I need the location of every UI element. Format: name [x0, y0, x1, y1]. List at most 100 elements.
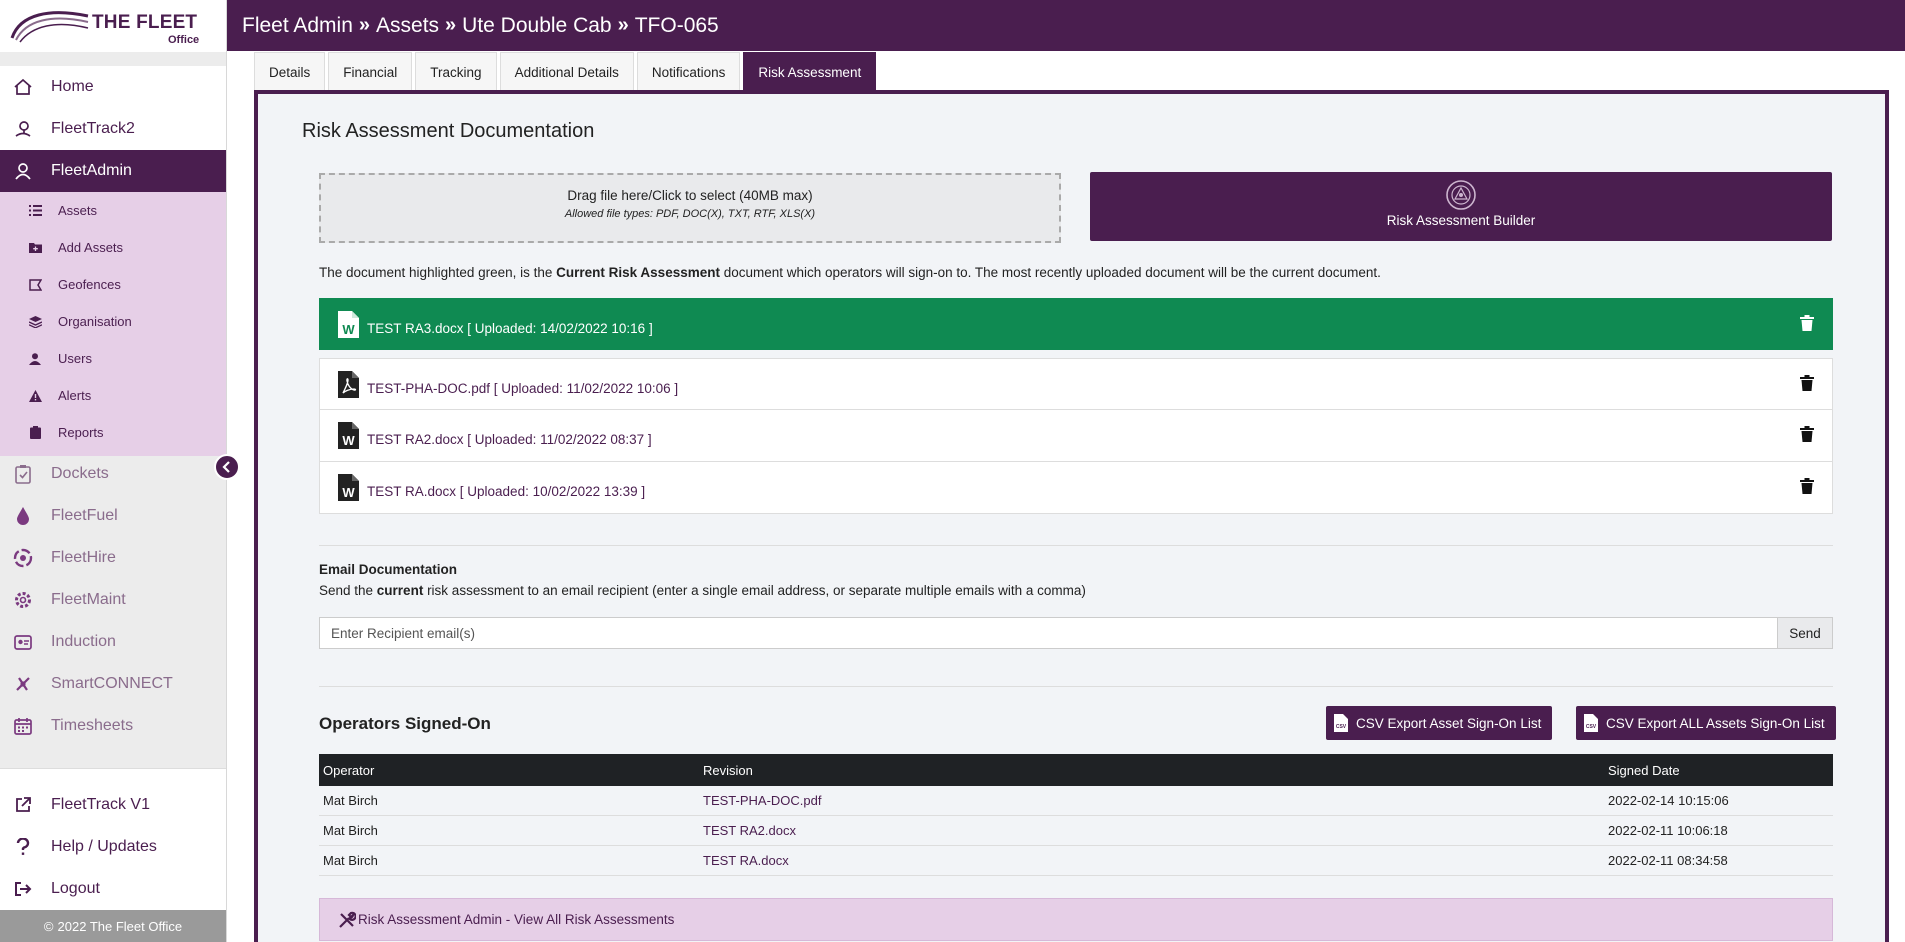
sidebar-collapse-button[interactable] — [214, 454, 240, 480]
badge-icon — [11, 630, 35, 654]
sub-alerts[interactable]: Alerts — [0, 377, 226, 414]
nav-fleetmaint[interactable]: FleetMaint — [0, 579, 226, 621]
sub-add-assets[interactable]: Add Assets — [0, 229, 226, 266]
external-link-icon — [11, 793, 35, 817]
email-input-group: Send — [319, 617, 1833, 649]
tab-risk-assessment[interactable]: Risk Assessment — [743, 52, 877, 91]
nav-fleethire[interactable]: FleetHire — [0, 537, 226, 579]
logo-sub: Office — [168, 34, 200, 46]
cell-revision-link[interactable]: TEST RA2.docx — [699, 823, 1604, 838]
nav-help-updates[interactable]: Help / Updates — [0, 826, 226, 868]
logo[interactable]: THE FLEET Office — [0, 0, 226, 52]
table-row: Mat Birch TEST RA2.docx 2022-02-11 10:06… — [319, 816, 1833, 846]
email-section-title: Email Documentation — [319, 562, 458, 577]
send-button[interactable]: Send — [1777, 617, 1833, 649]
nav-home[interactable]: Home — [0, 66, 226, 108]
sub-users-label: Users — [58, 351, 92, 366]
tab-financial[interactable]: Financial — [328, 52, 413, 91]
file-dropzone[interactable]: Drag file here/Click to select (40MB max… — [319, 173, 1061, 243]
tab-tracking[interactable]: Tracking — [415, 52, 497, 91]
note-text-post: document which operators will sign-on to… — [719, 265, 1381, 280]
breadcrumb-separator-icon: » — [358, 14, 371, 36]
email-desc-bold: current — [376, 583, 424, 598]
map-icon — [28, 278, 42, 292]
cell-revision-link[interactable]: TEST RA.docx — [699, 853, 1604, 868]
sub-geofences-label: Geofences — [58, 277, 121, 292]
sub-users[interactable]: Users — [0, 340, 226, 377]
clipboard-check-icon — [11, 462, 35, 486]
svg-text:W: W — [342, 485, 355, 500]
trash-icon[interactable] — [1800, 315, 1814, 331]
sub-reports[interactable]: Reports — [0, 414, 226, 451]
risk-assessment-admin-link[interactable]: Risk Assessment Admin - View All Risk As… — [319, 898, 1833, 941]
document-item[interactable]: TEST-PHA-DOC.pdf [ Uploaded: 11/02/2022 … — [319, 358, 1833, 410]
nav-fleethire-label: FleetHire — [51, 549, 116, 566]
document-name[interactable]: TEST RA.docx [ Uploaded: 10/02/2022 13:3… — [367, 484, 645, 499]
svg-text:CSV: CSV — [1336, 724, 1347, 730]
tab-additional-details[interactable]: Additional Details — [499, 52, 634, 91]
document-name[interactable]: TEST-PHA-DOC.pdf [ Uploaded: 11/02/2022 … — [367, 381, 678, 396]
home-icon — [11, 75, 35, 99]
table-row: Mat Birch TEST-PHA-DOC.pdf 2022-02-14 10… — [319, 786, 1833, 816]
sub-reports-label: Reports — [58, 425, 104, 440]
tab-notifications[interactable]: Notifications — [636, 52, 741, 91]
cell-revision-link[interactable]: TEST-PHA-DOC.pdf — [699, 793, 1604, 808]
user-icon — [11, 159, 35, 183]
breadcrumb-asset-type[interactable]: Ute Double Cab — [462, 14, 611, 38]
nav-fleettrack2-label: FleetTrack2 — [51, 120, 135, 137]
trash-icon[interactable] — [1800, 375, 1814, 391]
document-name[interactable]: TEST RA2.docx [ Uploaded: 11/02/2022 08:… — [367, 432, 652, 447]
nav-logout[interactable]: Logout — [0, 868, 226, 910]
sub-assets[interactable]: Assets — [0, 192, 226, 229]
copyright-text: 2022 The Fleet Office — [57, 918, 183, 934]
cell-operator: Mat Birch — [323, 853, 378, 868]
breadcrumb-fleet-admin[interactable]: Fleet Admin — [242, 14, 353, 38]
csv-export-all-button[interactable]: CSV CSV Export ALL Assets Sign-On List — [1576, 706, 1836, 740]
document-name[interactable]: TEST RA3.docx [ Uploaded: 14/02/2022 10:… — [367, 321, 653, 336]
nav-fleetadmin-label: FleetAdmin — [51, 162, 132, 179]
document-item-current[interactable]: W TEST RA3.docx [ Uploaded: 14/02/2022 1… — [319, 298, 1833, 350]
nav-logout-label: Logout — [51, 880, 100, 897]
nav-fleetfuel-label: FleetFuel — [51, 507, 118, 524]
nav-timesheets[interactable]: Timesheets — [0, 705, 226, 747]
document-item[interactable]: W TEST RA2.docx [ Uploaded: 11/02/2022 0… — [319, 410, 1833, 462]
csv-file-icon: CSV — [1584, 714, 1598, 732]
nav-fleettrack-v1[interactable]: FleetTrack V1 — [0, 784, 226, 826]
csv-export-asset-button[interactable]: CSV CSV Export Asset Sign-On List — [1326, 706, 1553, 740]
nav-dockets-label: Dockets — [51, 465, 109, 482]
copyright-icon: © — [43, 918, 54, 934]
droplet-icon — [11, 504, 35, 528]
svg-text:W: W — [342, 322, 355, 337]
risk-assessment-builder-button[interactable]: Risk Assessment Builder — [1090, 172, 1832, 241]
tab-bar: Details Financial Tracking Additional De… — [254, 51, 879, 91]
sub-geofences[interactable]: Geofences — [0, 266, 226, 303]
sub-alerts-label: Alerts — [58, 388, 92, 403]
tools-icon — [339, 911, 356, 928]
hire-icon — [11, 546, 35, 570]
operators-title: Operators Signed-On — [319, 714, 491, 733]
nav-induction[interactable]: Induction — [0, 621, 226, 663]
nav-fleetadmin[interactable]: FleetAdmin — [0, 150, 226, 192]
nav-smartconnect[interactable]: SmartCONNECT — [0, 663, 226, 705]
clipboard-icon — [28, 426, 42, 440]
cell-signed-date: 2022-02-11 08:34:58 — [1608, 853, 1728, 868]
word-file-icon: W — [337, 310, 359, 338]
nav-dockets[interactable]: Dockets — [0, 453, 226, 495]
dropzone-filetypes: Allowed file types: PDF, DOC(X), TXT, RT… — [564, 208, 816, 220]
trash-icon[interactable] — [1800, 478, 1814, 494]
list-icon — [28, 204, 42, 218]
recipient-email-input[interactable] — [319, 617, 1777, 649]
pdf-file-icon — [337, 370, 359, 398]
document-item[interactable]: W TEST RA.docx [ Uploaded: 10/02/2022 13… — [319, 462, 1833, 514]
builder-label: Risk Assessment Builder — [1386, 213, 1536, 228]
breadcrumb-assets[interactable]: Assets — [376, 14, 439, 38]
trash-icon[interactable] — [1800, 426, 1814, 442]
tab-details[interactable]: Details — [254, 52, 326, 91]
cell-operator: Mat Birch — [323, 823, 378, 838]
nav-fleettrack2[interactable]: FleetTrack2 — [0, 108, 226, 150]
sub-organisation[interactable]: Organisation — [0, 303, 226, 340]
cell-operator: Mat Birch — [323, 793, 378, 808]
nav-fleetfuel[interactable]: FleetFuel — [0, 495, 226, 537]
bottom-nav: FleetTrack V1 Help / Updates Logout — [0, 768, 226, 910]
email-desc-pre: Send the — [319, 583, 377, 598]
